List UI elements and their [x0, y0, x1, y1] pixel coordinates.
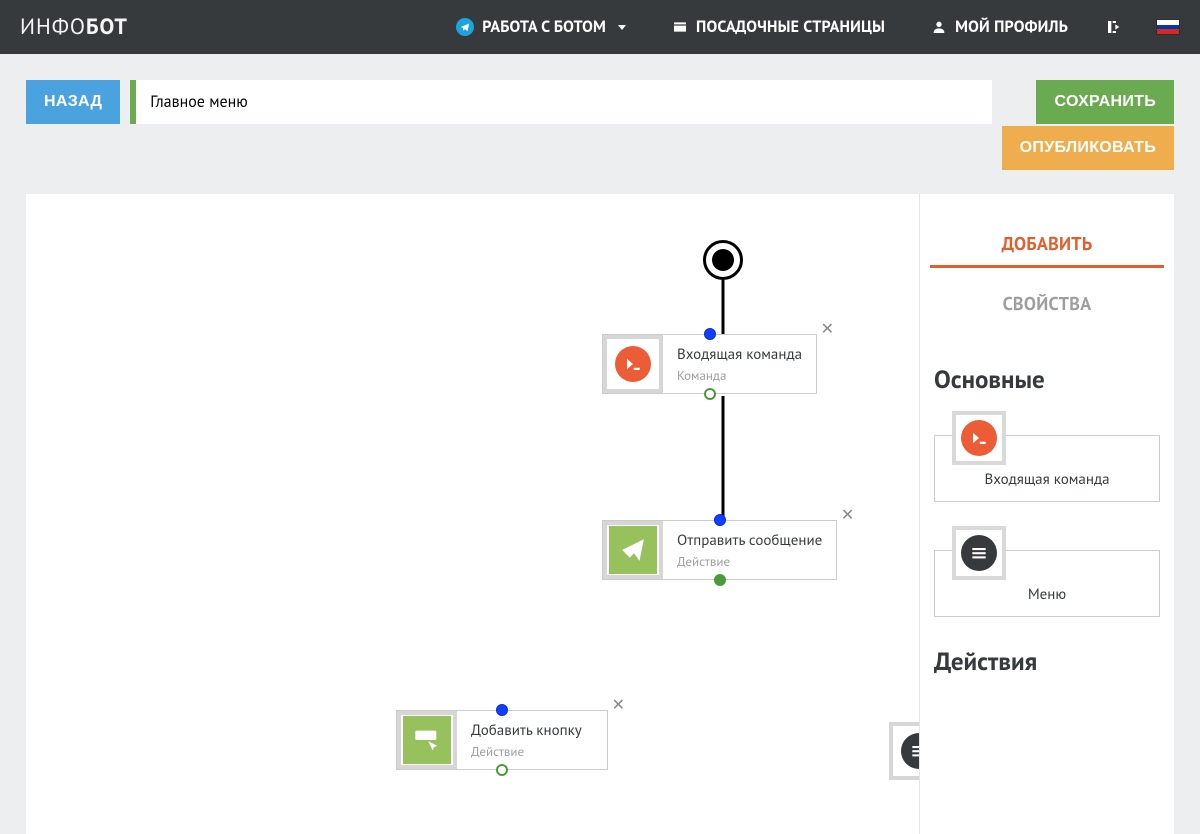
top-navbar: ИНФОБОТ РАБОТА С БОТОМ ПОСАДОЧНЫЕ СТРАНИ…: [0, 0, 1200, 54]
nav-bot-dropdown[interactable]: РАБОТА С БОТОМ: [438, 0, 644, 54]
telegram-icon: [456, 18, 474, 36]
title-input[interactable]: [136, 80, 991, 124]
nav-bot-label: РАБОТА С БОТОМ: [482, 17, 606, 37]
brand-thin: ИНФО: [20, 13, 86, 41]
title-wrap: [130, 80, 991, 124]
toolbar: НАЗАД СОХРАНИТЬ ОПУБЛИКОВАТЬ: [0, 54, 1200, 170]
node-title: Добавить кнопку: [471, 721, 593, 740]
section-actions-title: Действия: [934, 645, 1166, 677]
node-port-out[interactable]: [714, 574, 726, 586]
workspace: Входящая команда Команда ✕ Отправить соо…: [26, 194, 1174, 834]
button-cursor-icon: [403, 716, 451, 764]
nav-profile-label: МОЙ ПРОФИЛЬ: [955, 17, 1068, 37]
node-subtitle: Действие: [677, 553, 822, 570]
node-port-in[interactable]: [704, 328, 716, 340]
node-incoming-command[interactable]: Входящая команда Команда ✕: [602, 334, 817, 394]
close-icon[interactable]: ✕: [841, 505, 854, 525]
node-port-in[interactable]: [496, 704, 508, 716]
nav-landing[interactable]: ПОСАДОЧНЫЕ СТРАНИЦЫ: [654, 0, 903, 54]
tab-add[interactable]: ДОБАВИТЬ: [930, 222, 1164, 268]
node-title: Отправить сообщение: [677, 531, 822, 550]
nav-landing-label: ПОСАДОЧНЫЕ СТРАНИЦЫ: [696, 17, 885, 37]
node-add-button[interactable]: Добавить кнопку Действие ✕: [396, 710, 608, 770]
palette-icon-box: [952, 526, 1006, 580]
start-node-dot: [712, 249, 734, 271]
palette-menu[interactable]: Меню: [934, 550, 1160, 617]
tab-properties[interactable]: СВОЙСТВА: [920, 282, 1174, 325]
person-icon: [931, 19, 947, 35]
node-icon-cell: [397, 711, 457, 769]
start-node[interactable]: [703, 240, 743, 280]
node-title: Входящая команда: [677, 345, 802, 364]
chevron-down-icon: [618, 25, 626, 30]
node-icon-cell: [603, 521, 663, 579]
right-sidebar: ДОБАВИТЬ СВОЙСТВА Основные Входящая кома…: [919, 194, 1174, 834]
terminal-icon: [961, 420, 997, 456]
terminal-icon: [615, 346, 651, 382]
save-button[interactable]: СОХРАНИТЬ: [1036, 80, 1174, 124]
menu-icon: [901, 733, 919, 769]
node-port-in[interactable]: [714, 514, 726, 526]
flag-ru-icon[interactable]: [1156, 19, 1180, 35]
logout-icon: [1106, 19, 1122, 35]
menu-icon: [961, 535, 997, 571]
node-subtitle: Действие: [471, 743, 593, 760]
node-peek[interactable]: [889, 722, 919, 780]
brand-logo[interactable]: ИНФОБОТ: [20, 13, 128, 41]
back-button[interactable]: НАЗАД: [26, 80, 120, 124]
brand-bold: БОТ: [86, 13, 128, 41]
palette-incoming-command[interactable]: Входящая команда: [934, 435, 1160, 502]
palette-icon-box: [952, 411, 1006, 465]
section-main-title: Основные: [934, 363, 1166, 395]
close-icon[interactable]: ✕: [821, 319, 834, 339]
nav-profile[interactable]: МОЙ ПРОФИЛЬ: [913, 0, 1086, 54]
nav-logout[interactable]: [1096, 0, 1132, 54]
node-port-out[interactable]: [496, 764, 508, 776]
landing-icon: [672, 19, 688, 35]
flow-canvas[interactable]: Входящая команда Команда ✕ Отправить соо…: [26, 194, 919, 834]
node-icon-cell: [603, 335, 663, 393]
node-port-out[interactable]: [704, 388, 716, 400]
node-subtitle: Команда: [677, 367, 802, 384]
close-icon[interactable]: ✕: [612, 695, 625, 715]
publish-button[interactable]: ОПУБЛИКОВАТЬ: [1002, 126, 1174, 170]
node-send-message[interactable]: Отправить сообщение Действие ✕: [602, 520, 837, 580]
send-icon: [609, 526, 657, 574]
